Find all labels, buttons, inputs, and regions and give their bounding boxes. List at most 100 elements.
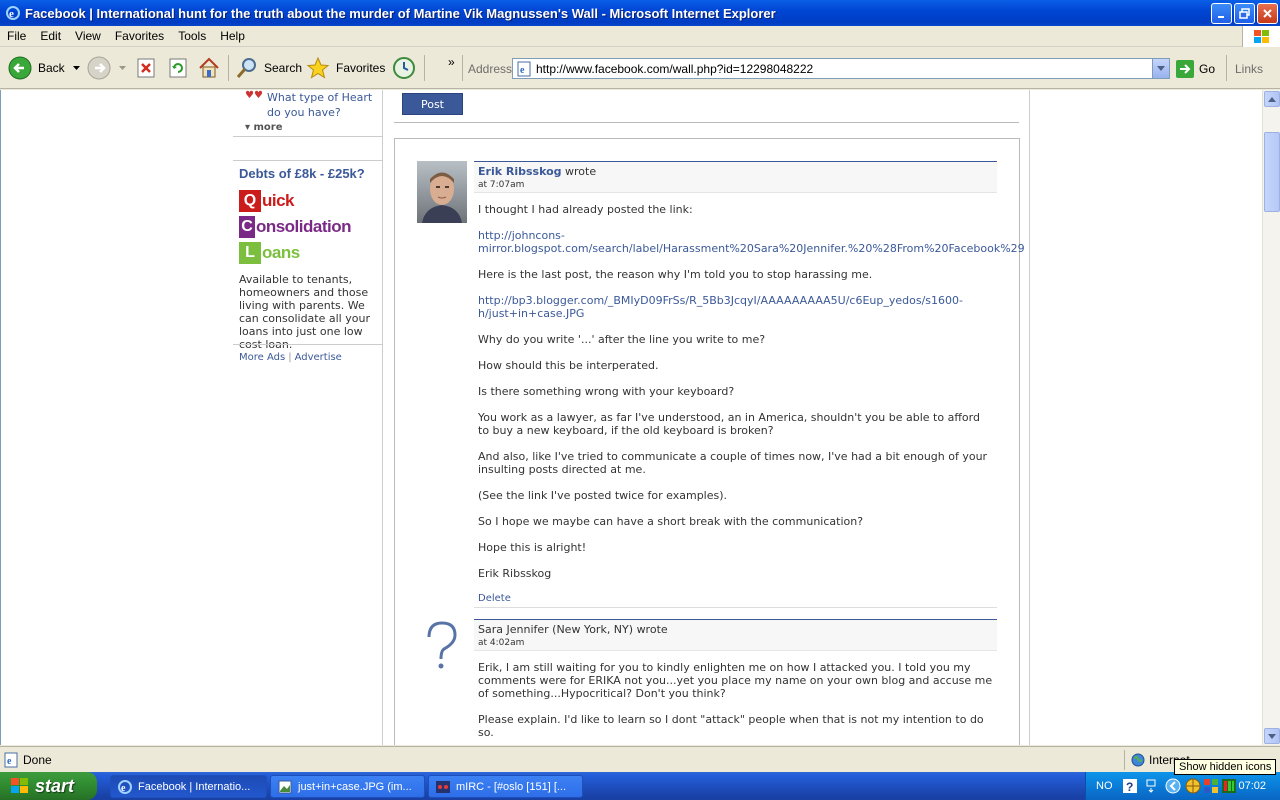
main-wall-column: Post Erik Ribsskog wrote at 7:07am I tho…	[384, 90, 1030, 745]
star-icon	[306, 56, 330, 79]
post-link[interactable]: http://johncons-mirror.blogspot.com/sear…	[478, 229, 1025, 255]
page-viewport: ♥♥ What type of Heart do you have? ▾ mor…	[0, 90, 1262, 745]
delete-label[interactable]: Delete	[478, 593, 511, 604]
chevron-down-icon[interactable]	[72, 66, 80, 70]
wall-posts-container: Erik Ribsskog wrote at 7:07am I thought …	[394, 138, 1025, 745]
mirc-icon	[436, 780, 450, 793]
ie-icon: e	[6, 6, 20, 20]
menu-help[interactable]: Help	[213, 29, 252, 43]
address-bar[interactable]: e http://www.facebook.com/wall.php?id=12…	[512, 58, 1170, 79]
stop-button[interactable]	[135, 55, 157, 81]
chevron-down-icon[interactable]	[119, 66, 126, 70]
favorites-label: Favorites	[336, 61, 386, 75]
search-icon	[236, 58, 256, 78]
history-button[interactable]	[392, 55, 416, 81]
wall-post-body: Erik Ribsskog wrote at 7:07am I thought …	[474, 161, 1025, 608]
post-paragraph: You work as a lawyer, as far I've unders…	[478, 411, 980, 437]
left-sidebar: ♥♥ What type of Heart do you have? ▾ mor…	[233, 90, 383, 745]
scroll-down-button[interactable]	[1264, 728, 1280, 744]
wall-post-header: Erik Ribsskog wrote at 7:07am	[474, 161, 997, 193]
menu-favorites[interactable]: Favorites	[108, 29, 171, 43]
address-label: Address	[468, 62, 513, 76]
menu-view[interactable]: View	[68, 29, 108, 43]
minimize-button[interactable]	[1211, 3, 1232, 24]
toolbar: Back Search Favorites » Address e http:/…	[0, 47, 1280, 89]
close-button[interactable]	[1257, 3, 1278, 24]
network-globe-icon[interactable]	[1185, 778, 1201, 794]
post-paragraph: So I hope we maybe can have a short brea…	[478, 515, 864, 528]
address-url[interactable]: http://www.facebook.com/wall.php?id=1229…	[536, 62, 813, 76]
taskbar-item-facebook[interactable]: e Facebook | Internatio...	[110, 775, 267, 798]
svg-text:?: ?	[1126, 780, 1133, 793]
scroll-up-button[interactable]	[1264, 91, 1280, 107]
post-paragraph: How should this be interperated.	[478, 359, 659, 372]
help-icon[interactable]: ?	[1122, 779, 1137, 793]
taskbar-item-label: just+in+case.JPG (im...	[298, 780, 412, 793]
ad-title[interactable]: Debts of £8k - £25k?	[239, 166, 365, 181]
vertical-scrollbar[interactable]	[1262, 90, 1280, 745]
maximize-button[interactable]	[1234, 3, 1255, 24]
minimize-icon	[1218, 16, 1224, 18]
clock[interactable]: 07:02	[1238, 780, 1266, 792]
menu-tools[interactable]: Tools	[171, 29, 213, 43]
toolbar-separator	[228, 55, 229, 81]
go-arrow-icon	[1176, 59, 1194, 78]
ad-logo-letter: C	[239, 215, 255, 238]
ad-logo-row: Q uick	[239, 188, 351, 213]
tooltip-show-hidden-icons: Show hidden icons	[1174, 759, 1277, 775]
scroll-thumb[interactable]	[1264, 132, 1280, 212]
advertise-link[interactable]: Advertise	[295, 352, 342, 363]
menu-edit[interactable]: Edit	[33, 29, 68, 43]
heart-app-icon: ♥♥	[245, 90, 263, 101]
taskbar-item-image-viewer[interactable]: just+in+case.JPG (im...	[270, 775, 425, 798]
post-paragraph: And also, like I've tried to communicate…	[478, 450, 988, 476]
post-button[interactable]: Post	[402, 93, 463, 115]
post-paragraph: Why do you write '...' after the line yo…	[478, 333, 766, 346]
app-link-label[interactable]: What type of Heart do you have?	[267, 90, 375, 120]
profile-photo	[417, 161, 467, 223]
show-hidden-icons-chevron[interactable]	[1165, 778, 1181, 794]
ad-logo-row: C onsolidation	[239, 214, 352, 239]
go-button[interactable]: Go	[1176, 58, 1215, 79]
delete-link[interactable]: Delete	[474, 593, 997, 608]
home-button[interactable]	[197, 55, 221, 81]
language-indicator[interactable]: NO	[1096, 780, 1113, 792]
app-tray-icon[interactable]	[1203, 778, 1219, 794]
more-apps-link[interactable]: ▾ more	[245, 122, 283, 133]
post-link[interactable]: http://bp3.blogger.com/_BMIyD09FrSs/R_5B…	[478, 294, 993, 320]
post-message: I thought I had already posted the link:…	[474, 193, 1025, 580]
address-dropdown-button[interactable]	[1152, 59, 1169, 78]
post-paragraph: Please explain. I'd like to learn so I d…	[478, 713, 984, 739]
sidebar-divider	[233, 344, 383, 345]
ad-logo-word: uick	[262, 190, 295, 210]
toolbar-overflow-chevron[interactable]: »	[448, 49, 455, 75]
post-paragraph: I thought I had already posted the link:	[478, 203, 693, 216]
back-button[interactable]: Back	[8, 55, 80, 81]
start-button[interactable]: start	[0, 772, 97, 800]
go-label: Go	[1199, 61, 1216, 76]
toolbar-separator	[424, 55, 425, 81]
ad-logo-letter: L	[239, 241, 261, 264]
avatar[interactable]	[417, 161, 467, 223]
window-restore-icon[interactable]	[1145, 779, 1157, 793]
ad-image-logo[interactable]: Q uick C onsolidation L oans	[239, 188, 352, 268]
more-ads-link[interactable]: More Ads	[239, 352, 285, 363]
menu-file[interactable]: File	[0, 29, 33, 43]
ad-body-text: Available to tenants, homeowners and tho…	[239, 273, 370, 351]
question-mark-icon	[417, 619, 467, 681]
stop-icon	[137, 58, 155, 78]
post-author-link[interactable]: Erik Ribsskog	[478, 165, 562, 178]
taskbar-item-mirc[interactable]: mIRC - [#oslo [151] [...	[428, 775, 583, 798]
page-icon: e	[517, 61, 531, 76]
close-icon	[1263, 9, 1272, 18]
title-bar[interactable]: e Facebook | International hunt for the …	[0, 0, 1280, 26]
chevron-down-icon	[1157, 66, 1165, 71]
links-button[interactable]: Links	[1235, 62, 1263, 76]
avatar[interactable]	[417, 619, 467, 681]
refresh-button[interactable]	[167, 55, 189, 81]
home-icon	[199, 57, 219, 78]
forward-button[interactable]	[87, 55, 126, 81]
search-button[interactable]: Search	[235, 55, 302, 81]
favorites-button[interactable]: Favorites	[306, 55, 385, 81]
green-bars-icon[interactable]	[1221, 778, 1237, 794]
